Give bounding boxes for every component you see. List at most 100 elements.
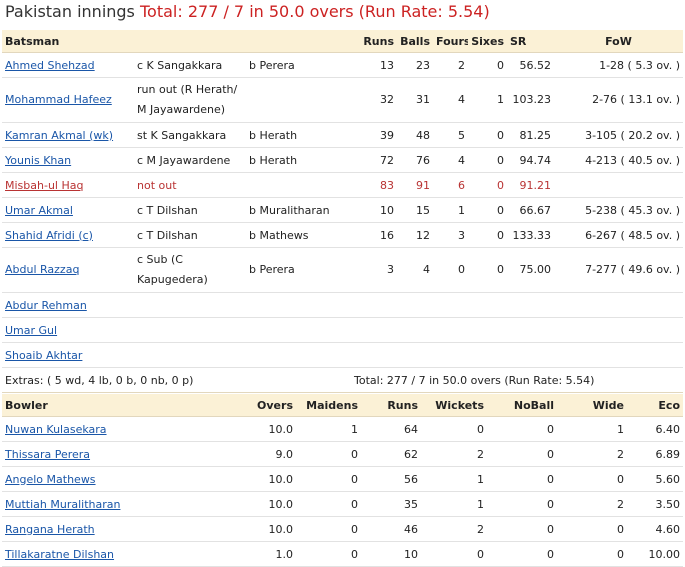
batsman-name-link[interactable]: Younis Khan — [5, 154, 71, 167]
balls-value: 4 — [397, 247, 433, 293]
bowler-cell: Rangana Herath — [2, 516, 249, 542]
bowling-header-row: Bowler Overs Maidens Runs Wickets NoBall… — [2, 394, 683, 417]
bowling-row: Muttiah Muralitharan 10.0 0 35 1 0 2 3.50 — [2, 491, 683, 517]
balls-value: 15 — [397, 197, 433, 223]
wickets-value: 2 — [421, 441, 487, 467]
wide-value: 2 — [557, 491, 627, 517]
sixes-value: 0 — [468, 147, 507, 173]
batsman-name-link[interactable]: Mohammad Hafeez — [5, 93, 112, 106]
col-header-sr: SR — [507, 30, 554, 53]
strike-rate-value: 56.52 — [507, 52, 554, 78]
noball-value: 0 — [487, 491, 557, 517]
bowling-row: Rangana Herath 10.0 0 46 2 0 0 4.60 — [2, 516, 683, 542]
maidens-value: 0 — [296, 441, 361, 467]
bowler-name-link[interactable]: Thissara Perera — [5, 448, 90, 461]
runs-value — [351, 342, 397, 368]
bowler-name-link[interactable]: Angelo Mathews — [5, 473, 96, 486]
batsman-name-link[interactable]: Umar Gul — [5, 324, 57, 337]
batsman-name-link[interactable]: Umar Akmal — [5, 204, 73, 217]
dismissal-text — [134, 342, 246, 368]
bowler-credit: b Perera — [246, 52, 351, 78]
col-header-batsman: Batsman — [2, 30, 134, 53]
bowler-credit: b Perera — [246, 247, 351, 293]
balls-value: 76 — [397, 147, 433, 173]
strike-rate-value: 103.23 — [507, 77, 554, 123]
fours-value: 2 — [433, 52, 468, 78]
strike-rate-value — [507, 292, 554, 318]
fours-value: 0 — [433, 247, 468, 293]
batsman-cell: Younis Khan — [2, 147, 134, 173]
batsman-name-link[interactable]: Misbah-ul Haq — [5, 179, 83, 192]
balls-value — [397, 317, 433, 343]
fall-of-wicket-value: 1-28 ( 5.3 ov. ) — [554, 52, 683, 78]
col-header-maidens: Maidens — [296, 394, 361, 417]
bowler-credit — [246, 317, 351, 343]
extras-text: Extras: ( 5 wd, 4 lb, 0 b, 0 nb, 0 p) — [2, 367, 351, 393]
runs-value: 39 — [351, 122, 397, 148]
batsman-name-link[interactable]: Abdul Razzaq — [5, 263, 79, 276]
fours-value — [433, 317, 468, 343]
wickets-value: 1 — [421, 491, 487, 517]
batsman-name-link[interactable]: Shahid Afridi (c) — [5, 229, 93, 242]
fall-of-wicket-value: 7-277 ( 49.6 ov. ) — [554, 247, 683, 293]
batsman-cell: Kamran Akmal (wk) — [2, 122, 134, 148]
bowler-cell: Thissara Perera — [2, 441, 249, 467]
batsman-name-link[interactable]: Shoaib Akhtar — [5, 349, 82, 362]
batsman-cell: Shoaib Akhtar — [2, 342, 134, 368]
col-header-bowler: Bowler — [2, 394, 249, 417]
batting-row: Shahid Afridi (c) c T Dilshan b Mathews 16 1… — [2, 222, 683, 248]
dismissal-text: c T Dilshan — [134, 197, 246, 223]
innings-total-summary: Total: 277 / 7 in 50.0 overs (Run Rate: … — [139, 2, 490, 21]
bowler-credit: b Mathews — [246, 222, 351, 248]
col-header-overs: Overs — [249, 394, 296, 417]
bowling-runs-value: 56 — [361, 466, 421, 492]
batsman-name-link[interactable]: Ahmed Shehzad — [5, 59, 95, 72]
sixes-value: 0 — [468, 222, 507, 248]
innings-total-text: Total: 277 / 7 in 50.0 overs (Run Rate: … — [351, 367, 683, 393]
strike-rate-value: 94.74 — [507, 147, 554, 173]
batsman-name-link[interactable]: Abdur Rehman — [5, 299, 87, 312]
balls-value: 91 — [397, 172, 433, 198]
economy-value: 4.60 — [627, 516, 683, 542]
batting-row: Younis Khan c M Jayawardene b Herath 72 76 4 0… — [2, 147, 683, 173]
col-header-noball: NoBall — [487, 394, 557, 417]
batsman-cell: Umar Akmal — [2, 197, 134, 223]
balls-value: 23 — [397, 52, 433, 78]
fours-value — [433, 292, 468, 318]
col-header-fours: Fours — [433, 30, 468, 53]
bowler-name-link[interactable]: Muttiah Muralitharan — [5, 498, 120, 511]
bowling-runs-value: 64 — [361, 416, 421, 442]
fours-value: 5 — [433, 122, 468, 148]
bowler-name-link[interactable]: Tillakaratne Dilshan — [5, 548, 114, 561]
fours-value: 3 — [433, 222, 468, 248]
maidens-value: 1 — [296, 416, 361, 442]
col-header-wide: Wide — [557, 394, 627, 417]
bowler-credit: b Muralitharan — [246, 197, 351, 223]
batsman-cell: Shahid Afridi (c) — [2, 222, 134, 248]
sixes-value — [468, 317, 507, 343]
maidens-value: 0 — [296, 541, 361, 567]
bowler-name-link[interactable]: Rangana Herath — [5, 523, 95, 536]
fall-of-wicket-value: 5-238 ( 45.3 ov. ) — [554, 197, 683, 223]
balls-value — [397, 342, 433, 368]
strike-rate-value: 91.21 — [507, 172, 554, 198]
fall-of-wicket-value — [554, 172, 683, 198]
overs-value: 10.0 — [249, 516, 296, 542]
col-header-sixes: Sixes — [468, 30, 507, 53]
batsman-cell: Abdur Rehman — [2, 292, 134, 318]
bowling-row: Angelo Mathews 10.0 0 56 1 0 0 5.60 — [2, 466, 683, 492]
fall-of-wicket-value: 3-105 ( 20.2 ov. ) — [554, 122, 683, 148]
strike-rate-value: 133.33 — [507, 222, 554, 248]
dismissal-text: c Sub (C Kapugedera) — [134, 247, 246, 293]
wickets-value: 2 — [421, 516, 487, 542]
economy-value: 6.89 — [627, 441, 683, 467]
batting-row: Kamran Akmal (wk) st K Sangakkara b Herath… — [2, 122, 683, 148]
fall-of-wicket-value — [554, 292, 683, 318]
noball-value: 0 — [487, 441, 557, 467]
bowler-cell: Muttiah Muralitharan — [2, 491, 249, 517]
overs-value: 10.0 — [249, 466, 296, 492]
bowler-name-link[interactable]: Nuwan Kulasekara — [5, 423, 107, 436]
batsman-name-link[interactable]: Kamran Akmal (wk) — [5, 129, 113, 142]
bowler-credit — [246, 77, 351, 123]
fall-of-wicket-value — [554, 342, 683, 368]
